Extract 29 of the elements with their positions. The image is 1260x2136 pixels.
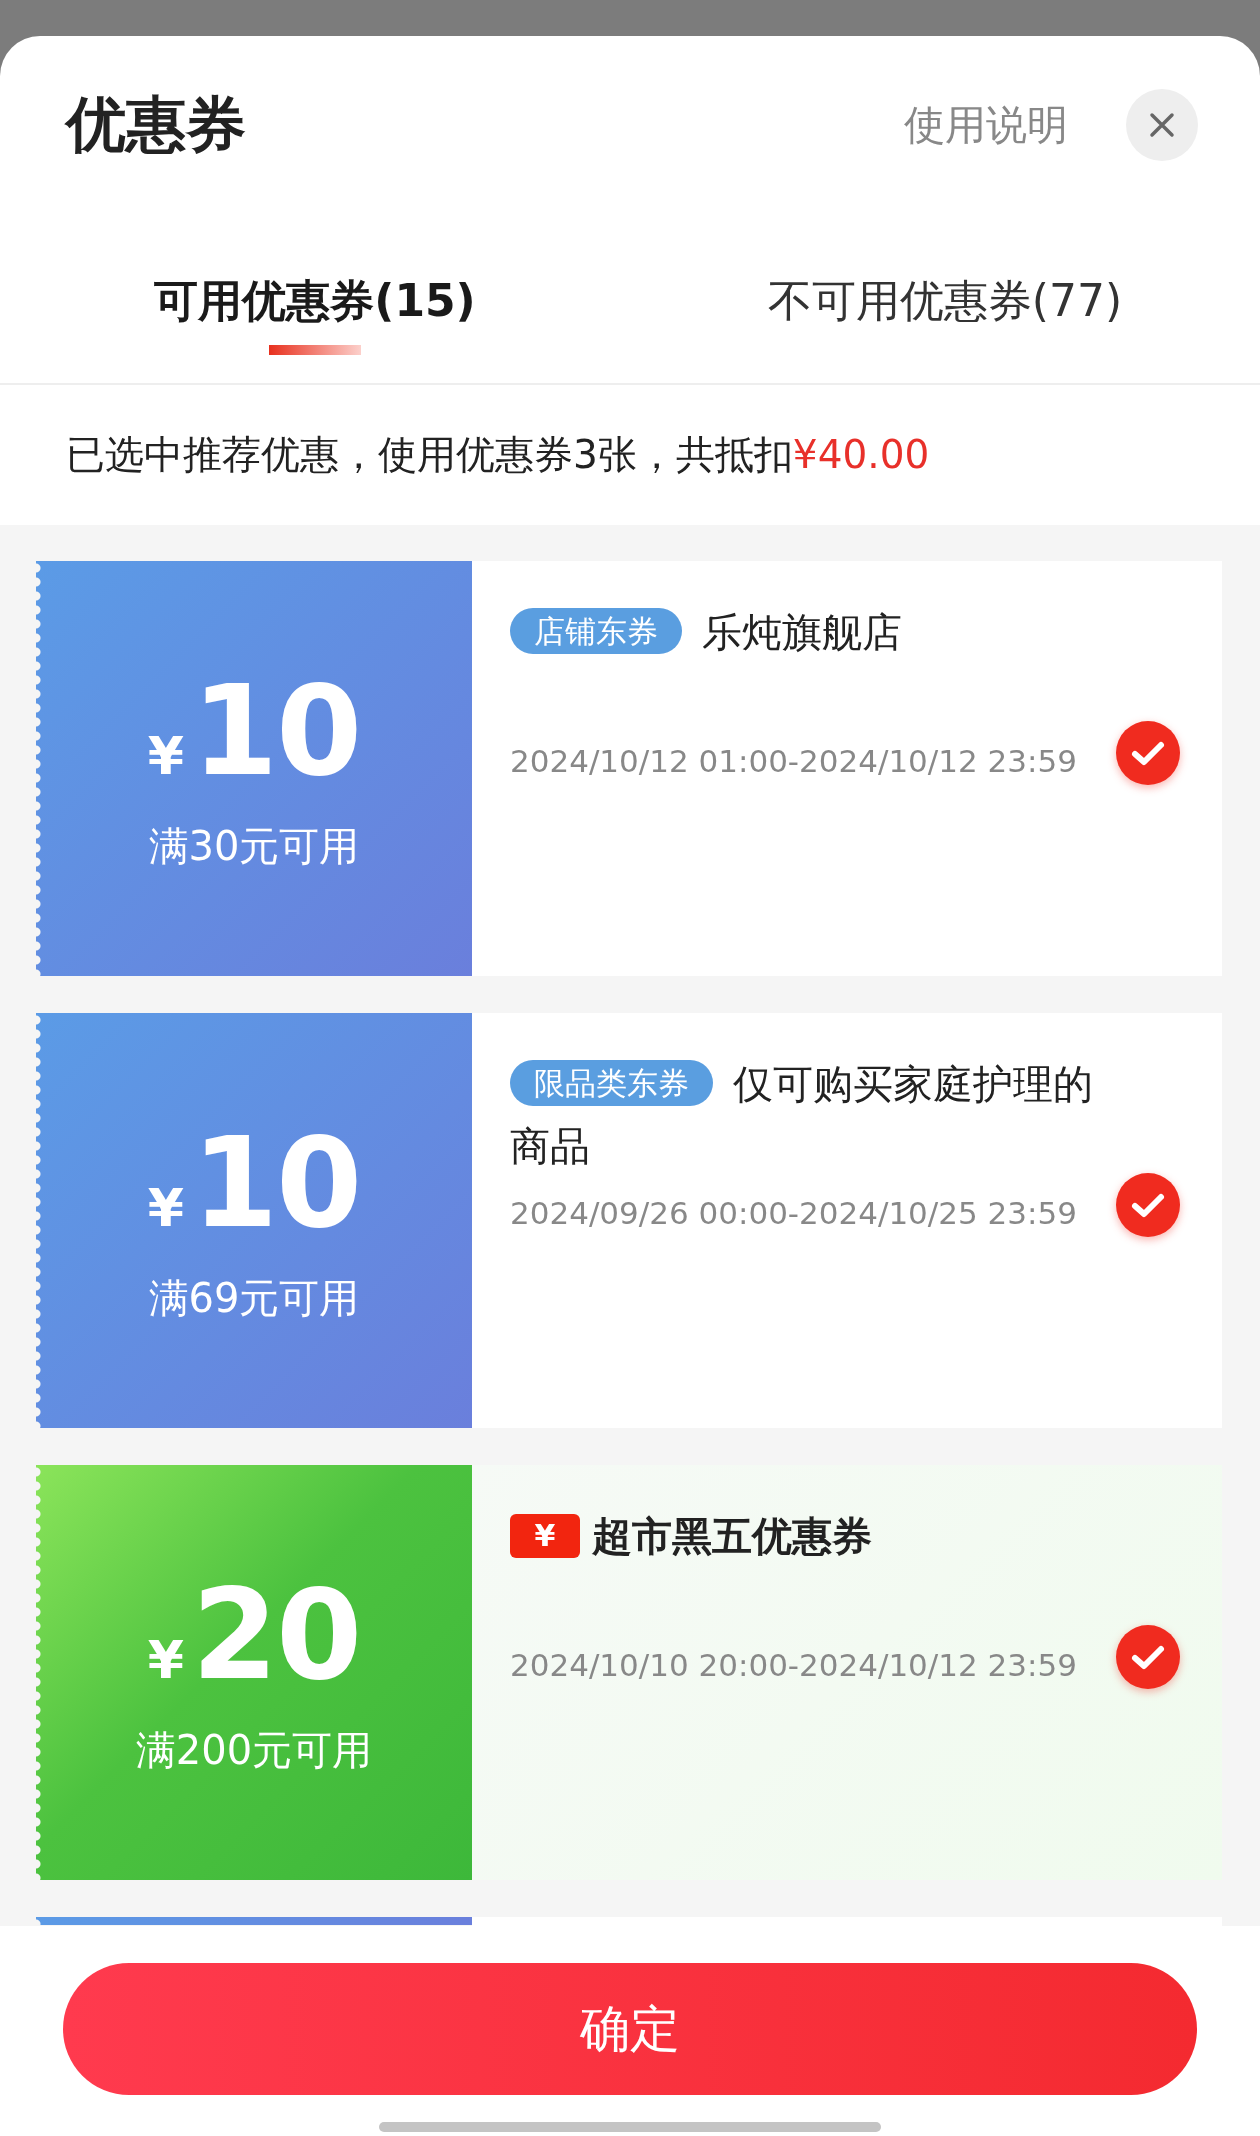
coupon-amount: 20 — [191, 1566, 361, 1704]
coupon-amount: 10 — [191, 1114, 361, 1252]
coupon-condition: 满30元可用 — [148, 822, 360, 872]
confirm-button[interactable]: 确定 — [63, 1963, 1197, 2095]
currency-symbol: ¥ — [147, 1629, 184, 1690]
coupon-title: 乐炖旗舰店 — [702, 609, 902, 655]
coupon-title: 仅可购买家庭护理的 — [733, 1061, 1093, 1107]
ticket-icon: ¥ — [510, 1514, 580, 1558]
checkbox-checked-icon[interactable] — [1114, 1171, 1182, 1239]
currency-symbol: ¥ — [147, 725, 184, 786]
checkbox-checked-icon[interactable] — [1114, 719, 1182, 787]
validity-period: 2024/09/26 00:00-2024/10/25 23:59 — [510, 1195, 1078, 1231]
coupon-tab[interactable]: 不可用优惠券(77) — [767, 272, 1123, 331]
coupon-amount: 10 — [191, 662, 361, 800]
validity-period: 2024/10/10 20:00-2024/10/12 23:59 — [510, 1647, 1078, 1683]
checkbox-checked-icon[interactable] — [1114, 1623, 1182, 1691]
usage-instructions-link[interactable]: 使用说明 — [904, 97, 1068, 153]
coupon-title: 商品 — [510, 1123, 590, 1169]
validity-period: 2024/10/12 01:00-2024/10/12 23:59 — [510, 743, 1078, 779]
close-icon — [1147, 110, 1177, 140]
coupon-type-tag: 限品类东券 — [510, 1060, 713, 1106]
currency-symbol: ¥ — [147, 1177, 184, 1238]
coupon-condition: 满200元可用 — [135, 1726, 373, 1776]
coupon-title: 超市黑五优惠券 — [592, 1513, 872, 1559]
sheet-title: 优惠券 — [66, 87, 246, 161]
coupon-tab[interactable]: 可用优惠券(15) — [154, 272, 476, 331]
coupon-condition: 满69元可用 — [148, 1274, 360, 1324]
summary-text: 已选中推荐优惠，使用优惠券3张，共抵扣¥40.00 — [66, 431, 930, 479]
coupon-type-tag: 店铺东券 — [510, 608, 682, 654]
